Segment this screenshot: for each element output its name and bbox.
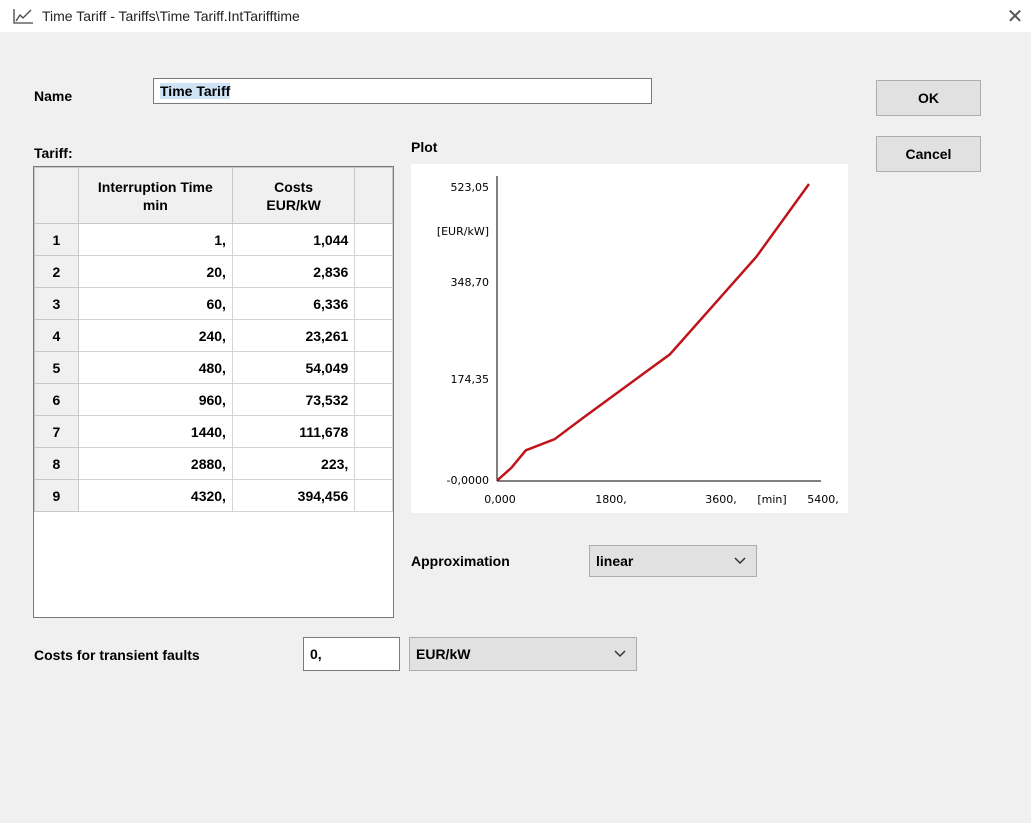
chevron-down-icon bbox=[734, 557, 746, 565]
blank-cell bbox=[354, 319, 393, 352]
x-tick-label: 5400, bbox=[807, 493, 839, 506]
cancel-button[interactable]: Cancel bbox=[876, 136, 981, 172]
x-tick-label: 0,000 bbox=[484, 493, 516, 506]
title-bar: Time Tariff - Tariffs\Time Tariff.IntTar… bbox=[0, 0, 1031, 32]
blank-cell bbox=[354, 479, 393, 512]
x-tick-label: 3600, bbox=[705, 493, 737, 506]
row-number: 1 bbox=[34, 223, 79, 256]
column-header-costs[interactable]: Costs EUR/kW bbox=[231, 167, 356, 224]
blank-cell bbox=[354, 415, 393, 448]
time-cell[interactable]: 2880, bbox=[77, 447, 233, 480]
y-tick-label: -0,0000 bbox=[447, 474, 489, 487]
line-chart: 523,05 348,70 174,35 -0,0000 [EUR/kW] 0,… bbox=[437, 176, 839, 506]
blank-cell bbox=[354, 383, 393, 416]
blank-cell bbox=[354, 255, 393, 288]
chart-line-icon bbox=[13, 9, 33, 24]
column-header-unit: min bbox=[142, 196, 168, 213]
cost-cell[interactable]: 111,678 bbox=[231, 415, 356, 448]
name-label: Name bbox=[34, 88, 73, 104]
time-cell[interactable]: 1440, bbox=[77, 415, 233, 448]
row-number: 9 bbox=[34, 479, 79, 512]
time-cell[interactable]: 60, bbox=[77, 287, 233, 320]
approximation-select[interactable]: linear bbox=[589, 545, 757, 577]
transient-label: Costs for transient faults bbox=[34, 647, 200, 663]
table-row[interactable]: 2 20, 2,836 bbox=[34, 255, 393, 288]
column-header-label: Costs bbox=[274, 178, 314, 195]
row-number: 8 bbox=[34, 447, 79, 480]
chevron-down-icon bbox=[614, 650, 626, 658]
table-corner bbox=[34, 167, 79, 224]
name-input-value: Time Tariff bbox=[160, 83, 231, 99]
time-cell[interactable]: 4320, bbox=[77, 479, 233, 512]
column-header-interruption-time[interactable]: Interruption Time min bbox=[77, 167, 233, 224]
column-header-label: Interruption Time bbox=[97, 178, 213, 195]
time-cell[interactable]: 1, bbox=[77, 223, 233, 256]
x-axis-label: [min] bbox=[757, 493, 786, 506]
table-row[interactable]: 6 960, 73,532 bbox=[34, 383, 393, 416]
tariff-label: Tariff: bbox=[34, 145, 73, 161]
row-number: 4 bbox=[34, 319, 79, 352]
name-input[interactable]: Time Tariff bbox=[153, 78, 652, 104]
table-row[interactable]: 1 1, 1,044 bbox=[34, 223, 393, 256]
tariff-table[interactable]: Interruption Time min Costs EUR/kW 1 1, 1,… bbox=[33, 166, 394, 618]
plot-label: Plot bbox=[411, 139, 438, 155]
series-line bbox=[496, 183, 811, 482]
row-number: 5 bbox=[34, 351, 79, 384]
table-row[interactable]: 3 60, 6,336 bbox=[34, 287, 393, 320]
blank-cell bbox=[354, 223, 393, 256]
row-number: 7 bbox=[34, 415, 79, 448]
y-tick-label: 348,70 bbox=[451, 276, 490, 289]
cost-cell[interactable]: 223, bbox=[231, 447, 356, 480]
row-number: 3 bbox=[34, 287, 79, 320]
blank-cell bbox=[354, 447, 393, 480]
table-row[interactable]: 5 480, 54,049 bbox=[34, 351, 393, 384]
row-number: 6 bbox=[34, 383, 79, 416]
close-icon[interactable]: ✕ bbox=[1004, 6, 1026, 28]
y-tick-label: 523,05 bbox=[451, 181, 490, 194]
cost-cell[interactable]: 1,044 bbox=[231, 223, 356, 256]
cost-cell[interactable]: 54,049 bbox=[231, 351, 356, 384]
cost-cell[interactable]: 23,261 bbox=[231, 319, 356, 352]
approximation-label: Approximation bbox=[411, 553, 510, 569]
y-axis-label: [EUR/kW] bbox=[437, 225, 489, 238]
table-row[interactable]: 8 2880, 223, bbox=[34, 447, 393, 480]
blank-cell bbox=[354, 287, 393, 320]
plot-area: 523,05 348,70 174,35 -0,0000 [EUR/kW] 0,… bbox=[411, 164, 848, 513]
cost-cell[interactable]: 6,336 bbox=[231, 287, 356, 320]
ok-button[interactable]: OK bbox=[876, 80, 981, 116]
x-tick-label: 1800, bbox=[595, 493, 627, 506]
transient-unit-select[interactable]: EUR/kW bbox=[409, 637, 637, 671]
transient-unit-value: EUR/kW bbox=[416, 646, 471, 662]
table-row[interactable]: 4 240, 23,261 bbox=[34, 319, 393, 352]
table-row[interactable]: 9 4320, 394,456 bbox=[34, 479, 393, 512]
time-cell[interactable]: 960, bbox=[77, 383, 233, 416]
row-number: 2 bbox=[34, 255, 79, 288]
time-cell[interactable]: 480, bbox=[77, 351, 233, 384]
cost-cell[interactable]: 394,456 bbox=[231, 479, 356, 512]
transient-cost-input[interactable]: 0, bbox=[303, 637, 400, 671]
time-cell[interactable]: 240, bbox=[77, 319, 233, 352]
column-header-blank bbox=[354, 167, 393, 224]
y-tick-label: 174,35 bbox=[451, 373, 490, 386]
blank-cell bbox=[354, 351, 393, 384]
approximation-value: linear bbox=[596, 553, 634, 569]
cost-cell[interactable]: 73,532 bbox=[231, 383, 356, 416]
column-header-unit: EUR/kW bbox=[266, 196, 321, 213]
window-title: Time Tariff - Tariffs\Time Tariff.IntTar… bbox=[42, 8, 300, 24]
cost-cell[interactable]: 2,836 bbox=[231, 255, 356, 288]
time-cell[interactable]: 20, bbox=[77, 255, 233, 288]
table-row[interactable]: 7 1440, 111,678 bbox=[34, 415, 393, 448]
